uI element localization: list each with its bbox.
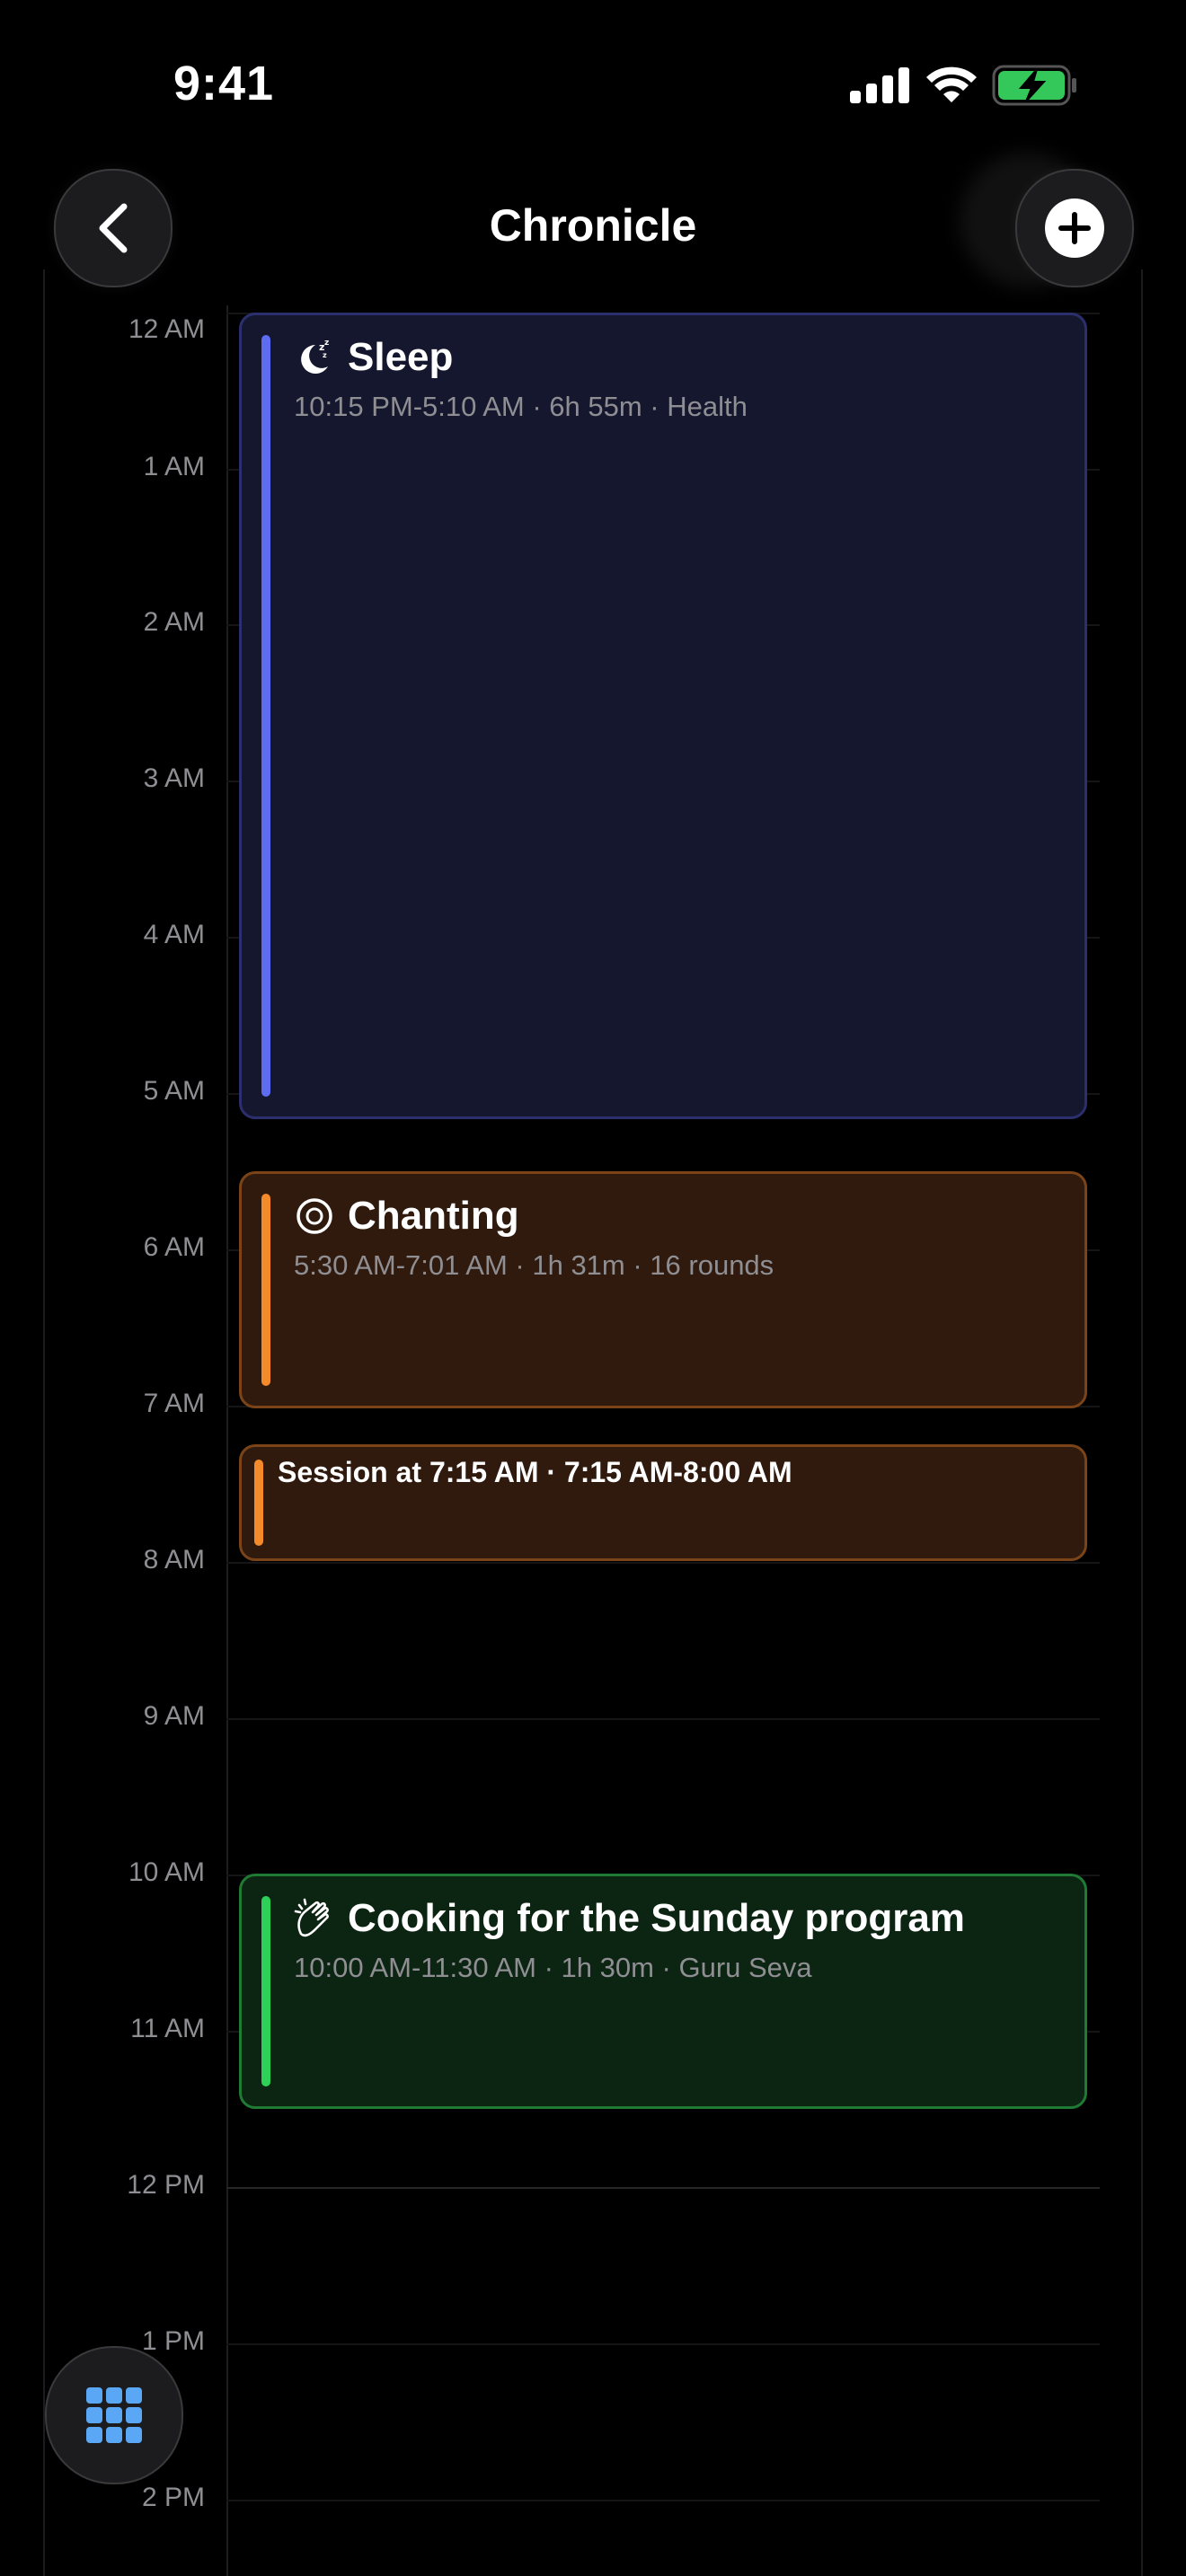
hour-label: 3 AM xyxy=(143,763,205,793)
hour-label: 8 AM xyxy=(143,1545,205,1575)
status-time: 9:41 xyxy=(173,57,275,110)
page-title: Chronicle xyxy=(489,200,697,251)
hour-label: 2 AM xyxy=(143,607,205,637)
hour-gridline xyxy=(226,1562,1100,1564)
hour-label: 4 AM xyxy=(143,920,205,949)
plus-circle-icon xyxy=(1045,198,1104,258)
hour-label: 12 PM xyxy=(127,2170,205,2200)
event-cooking[interactable]: Cooking for the Sunday program 10:00 AM-… xyxy=(239,1874,1087,2109)
status-icons xyxy=(850,63,1078,108)
clapping-hands-icon xyxy=(294,1898,335,1939)
hour-label: 9 AM xyxy=(143,1701,205,1731)
event-title: Session at 7:15 AM · 7:15 AM-8:00 AM xyxy=(278,1456,792,1488)
event-meta: 10:00 AM-11:30 AM · 1h 30m · Guru Seva xyxy=(294,1952,812,1983)
event-color-bar xyxy=(261,335,270,1097)
grid-icon xyxy=(86,2387,142,2443)
grid-view-button[interactable] xyxy=(45,2346,183,2484)
event-title-text: Sleep xyxy=(348,335,454,379)
hour-label: 11 AM xyxy=(130,2014,205,2043)
event-session[interactable]: Session at 7:15 AM · 7:15 AM-8:00 AM xyxy=(239,1444,1087,1561)
hour-label: 7 AM xyxy=(143,1389,205,1418)
svg-text:z: z xyxy=(323,351,327,359)
event-sleep[interactable]: z z z Sleep 10:15 PM-5:10 AM · 6h 55m · … xyxy=(239,313,1087,1119)
event-meta: 5:30 AM-7:01 AM · 1h 31m · 16 rounds xyxy=(294,1249,774,1281)
hour-gridline xyxy=(226,2500,1100,2501)
event-chanting[interactable]: Chanting 5:30 AM-7:01 AM · 1h 31m · 16 r… xyxy=(239,1171,1087,1408)
timeline-axis xyxy=(226,305,228,2576)
hour-label: 2 PM xyxy=(141,2483,205,2512)
hour-label: 6 AM xyxy=(143,1232,205,1262)
event-color-bar xyxy=(254,1460,263,1546)
hour-gridline xyxy=(226,1718,1100,1720)
add-event-button[interactable] xyxy=(1015,169,1134,287)
moon-zzz-icon: z z z xyxy=(294,337,335,378)
event-title: z z z Sleep xyxy=(294,335,453,380)
svg-text:z: z xyxy=(324,339,329,348)
timeline-screen: 9:41 Chronicle 12 AM 1 AM 2 AM 3 AM 4 AM… xyxy=(0,0,1186,2576)
hour-label: 1 AM xyxy=(143,452,205,481)
event-title: Cooking for the Sunday program xyxy=(294,1896,965,1941)
hour-label: 5 AM xyxy=(143,1076,205,1106)
event-color-bar xyxy=(261,1896,270,2086)
event-meta: 10:15 PM-5:10 AM · 6h 55m · Health xyxy=(294,391,748,422)
target-circle-icon xyxy=(294,1195,335,1237)
signal-icon xyxy=(850,67,909,103)
event-title-text: Chanting xyxy=(348,1194,519,1238)
battery-charging-icon xyxy=(992,65,1076,106)
event-color-bar xyxy=(261,1194,270,1386)
noon-gridline xyxy=(226,2187,1100,2189)
event-title-text: Cooking for the Sunday program xyxy=(348,1896,965,1940)
event-title: Chanting xyxy=(294,1194,519,1239)
hour-gridline xyxy=(226,2343,1100,2345)
wifi-icon xyxy=(926,66,977,102)
sheet-edge-left xyxy=(43,269,45,2576)
sheet-edge-right xyxy=(1141,269,1143,2576)
hour-label: 10 AM xyxy=(128,1857,205,1887)
hour-label: 12 AM xyxy=(128,314,205,344)
